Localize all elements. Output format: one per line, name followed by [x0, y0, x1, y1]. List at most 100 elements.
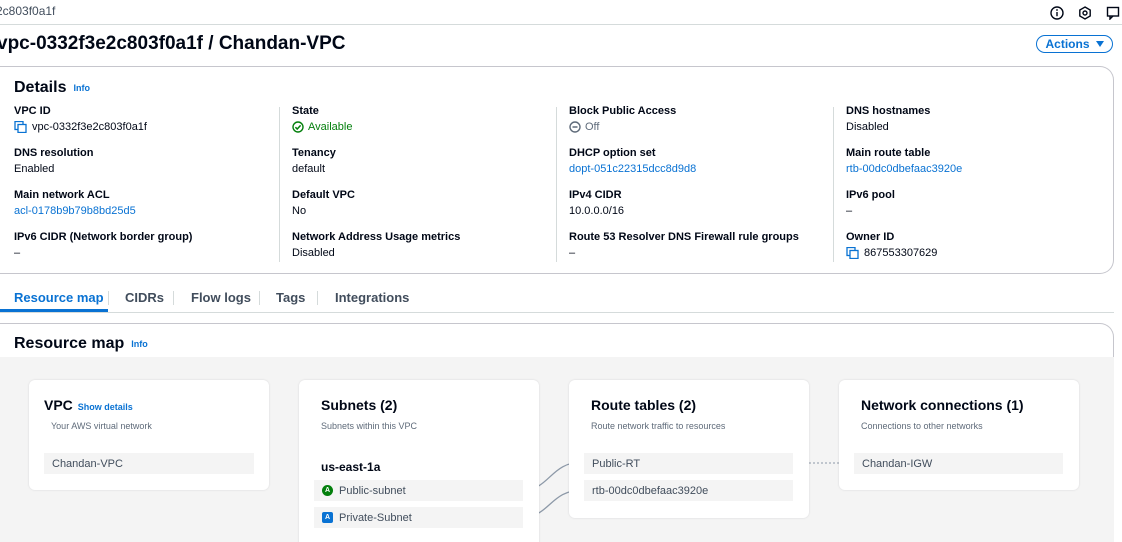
field-dhcp-option-set: DHCP option set dopt-051c22315dcc8d9d8	[569, 147, 829, 176]
block-public-access-value: Off	[585, 121, 600, 133]
route-table-item[interactable]: rtb-00dc0dbefaac3920e	[584, 480, 793, 501]
details-panel: Details Info VPC ID vpc-0332f3e2c803f0a1f…	[0, 66, 1114, 274]
public-subnet-icon: A	[322, 485, 333, 496]
field-label: Default VPC	[292, 189, 355, 201]
field-label: Main route table	[846, 147, 931, 159]
show-details-link[interactable]: Show details	[78, 402, 133, 412]
field-value: Off	[569, 120, 829, 134]
caret-down-icon	[1095, 41, 1104, 47]
details-info-link[interactable]: Info	[73, 83, 90, 93]
availability-zone-label: us-east-1a	[321, 460, 381, 474]
tab-divider	[108, 291, 109, 305]
details-heading: Details	[14, 79, 67, 96]
field-label: IPv6 pool	[846, 189, 895, 201]
field-label: DNS resolution	[14, 147, 94, 159]
top-icons	[1048, 4, 1122, 22]
actions-label: Actions	[1045, 37, 1090, 51]
field-default-vpc: Default VPC No	[292, 189, 552, 218]
field-value: Disabled	[846, 121, 889, 133]
field-value: –	[14, 247, 21, 259]
resource-map-info-link[interactable]: Info	[131, 339, 148, 349]
resource-map-panel: Resource map Info VPC Show details Your AW…	[0, 323, 1114, 542]
field-label: IPv6 CIDR (Network border group)	[14, 231, 193, 243]
field-label: DNS hostnames	[846, 105, 931, 117]
subnet-item-private[interactable]: A Private-Subnet	[314, 507, 523, 528]
vpc-id-value: vpc-0332f3e2c803f0a1f	[32, 121, 147, 133]
field-value: vpc-0332f3e2c803f0a1f	[14, 120, 274, 134]
field-value: Enabled	[14, 163, 55, 175]
field-label: Network Address Usage metrics	[292, 231, 461, 243]
settings-icon[interactable]	[1076, 4, 1094, 22]
field-value: –	[846, 205, 853, 217]
field-owner-id: Owner ID 867553307629	[846, 231, 1106, 260]
info-icon[interactable]	[1048, 4, 1066, 22]
field-label: IPv4 CIDR	[569, 189, 622, 201]
main-network-acl-link[interactable]: acl-0178b9b79b8bd25d5	[14, 204, 274, 218]
column-divider	[279, 107, 280, 262]
field-main-network-acl: Main network ACL acl-0178b9b79b8bd25d5	[14, 189, 274, 218]
vpc-card: VPC Show details Your AWS virtual network…	[29, 380, 269, 490]
field-tenancy: Tenancy default	[292, 147, 552, 176]
tab-bar: Resource map CIDRs Flow logs Tags Integr…	[0, 288, 1114, 313]
copy-icon[interactable]	[14, 121, 28, 133]
breadcrumb: 2c803f0a1f	[0, 4, 56, 18]
tab-flow-logs[interactable]: Flow logs	[191, 290, 251, 305]
field-value: –	[569, 247, 576, 259]
private-subnet-icon: A	[322, 512, 333, 523]
main-route-table-link[interactable]: rtb-00dc0dbefaac3920e	[846, 162, 1106, 176]
vpc-card-heading: VPC	[44, 397, 73, 413]
field-label: Block Public Access	[569, 105, 677, 117]
page-title: vpc-0332f3e2c803f0a1f / Chandan-VPC	[0, 33, 346, 54]
field-label: DHCP option set	[569, 147, 656, 159]
column-divider	[833, 107, 834, 262]
field-label: VPC ID	[14, 105, 51, 117]
vpc-card-title: VPC Show details	[44, 397, 133, 413]
route-tables-card: Route tables (2) Route network traffic t…	[569, 380, 809, 518]
field-state: State Available	[292, 105, 552, 134]
field-value: default	[292, 163, 326, 175]
tab-cidrs[interactable]: CIDRs	[125, 290, 164, 305]
vpc-item[interactable]: Chandan-VPC	[44, 453, 254, 474]
subnets-card-title: Subnets (2)	[321, 397, 398, 413]
network-connections-card-subtitle: Connections to other networks	[861, 421, 983, 431]
network-connections-card-title: Network connections (1)	[861, 397, 1024, 413]
network-connection-item[interactable]: Chandan-IGW	[854, 453, 1063, 474]
tab-divider	[173, 291, 174, 305]
route-tables-card-title: Route tables (2)	[591, 397, 697, 413]
actions-button[interactable]: Actions	[1036, 35, 1113, 53]
resource-map-canvas: VPC Show details Your AWS virtual network…	[0, 357, 1114, 542]
vpc-card-subtitle: Your AWS virtual network	[51, 421, 152, 431]
route-tables-card-subtitle: Route network traffic to resources	[591, 421, 726, 431]
subnets-card-subtitle: Subnets within this VPC	[321, 421, 418, 431]
subnet-name: Public-subnet	[339, 484, 406, 497]
feedback-icon[interactable]	[1104, 4, 1122, 22]
dhcp-option-set-link[interactable]: dopt-051c22315dcc8d9d8	[569, 162, 829, 176]
details-title: Details Info	[14, 79, 90, 97]
subnet-item-public[interactable]: A Public-subnet	[314, 480, 523, 501]
field-label: Route 53 Resolver DNS Firewall rule grou…	[569, 231, 799, 243]
subnets-card: Subnets (2) Subnets within this VPC us-e…	[299, 380, 539, 542]
field-ipv4-cidr: IPv4 CIDR 10.0.0.0/16	[569, 189, 829, 218]
check-circle-icon	[292, 121, 304, 133]
field-value: Disabled	[292, 247, 335, 259]
field-main-route-table: Main route table rtb-00dc0dbefaac3920e	[846, 147, 1106, 176]
route-table-item[interactable]: Public-RT	[584, 453, 793, 474]
field-network-address-usage: Network Address Usage metrics Disabled	[292, 231, 552, 260]
tab-divider	[317, 291, 318, 305]
column-divider	[556, 107, 557, 262]
tab-integrations[interactable]: Integrations	[335, 290, 409, 305]
field-value: No	[292, 205, 307, 217]
field-dns-hostnames: DNS hostnames Disabled	[846, 105, 1106, 134]
resource-map-heading: Resource map	[14, 335, 125, 352]
tab-divider	[259, 291, 260, 305]
copy-icon[interactable]	[846, 247, 860, 259]
field-value: 10.0.0.0/16	[569, 205, 625, 217]
field-block-public-access: Block Public Access Off	[569, 105, 829, 134]
field-label: Main network ACL	[14, 189, 110, 201]
field-value: Available	[292, 120, 552, 134]
tab-resource-map[interactable]: Resource map	[14, 290, 104, 305]
tab-tags[interactable]: Tags	[276, 290, 305, 305]
field-value: 867553307629	[846, 246, 1106, 260]
subnet-name: Private-Subnet	[339, 511, 412, 524]
field-label: Owner ID	[846, 231, 895, 243]
